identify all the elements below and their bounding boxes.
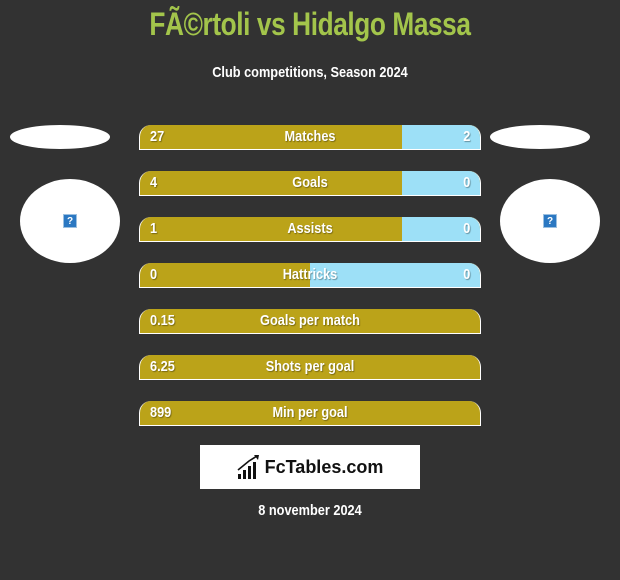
broken-image-icon: ? (543, 214, 557, 228)
stat-label: Hattricks (282, 266, 338, 283)
left-value: 1 (150, 220, 158, 237)
right-player-avatar: ? (500, 179, 600, 263)
right-player-name-placeholder (490, 125, 590, 149)
right-value: 2 (462, 128, 470, 145)
right-value: 0 (462, 266, 470, 283)
stat-label: Min per goal (272, 404, 348, 421)
left-player-avatar: ? (20, 179, 120, 263)
stat-label: Assists (287, 220, 333, 237)
stat-row: 0 Hattricks 0 (139, 263, 481, 288)
stat-label: Matches (284, 128, 336, 145)
stat-label: Goals per match (260, 312, 360, 329)
stat-row: 27 Matches 2 (139, 125, 481, 150)
stat-label: Goals (292, 174, 328, 191)
stat-row: 6.25 Shots per goal (139, 355, 481, 380)
left-player-name-placeholder (10, 125, 110, 149)
left-value: 27 (150, 128, 165, 145)
stat-label: Shots per goal (265, 358, 355, 375)
right-value: 0 (462, 174, 470, 191)
stat-row: 899 Min per goal (139, 401, 481, 426)
stat-row: 4 Goals 0 (139, 171, 481, 196)
right-value: 0 (462, 220, 470, 237)
date-label: 8 november 2024 (258, 502, 362, 519)
page-title: FÃ©rtoli vs Hidalgo Massa (149, 6, 471, 42)
stat-row: 0.15 Goals per match (139, 309, 481, 334)
left-value: 4 (150, 174, 158, 191)
stat-row: 1 Assists 0 (139, 217, 481, 242)
broken-image-icon: ? (63, 214, 77, 228)
bar-chart-icon (237, 455, 259, 479)
fctables-logo[interactable]: FcTables.com (200, 445, 420, 489)
logo-text: FcTables.com (264, 456, 384, 477)
left-value: 0 (150, 266, 158, 283)
page-subtitle: Club competitions, Season 2024 (212, 64, 408, 81)
